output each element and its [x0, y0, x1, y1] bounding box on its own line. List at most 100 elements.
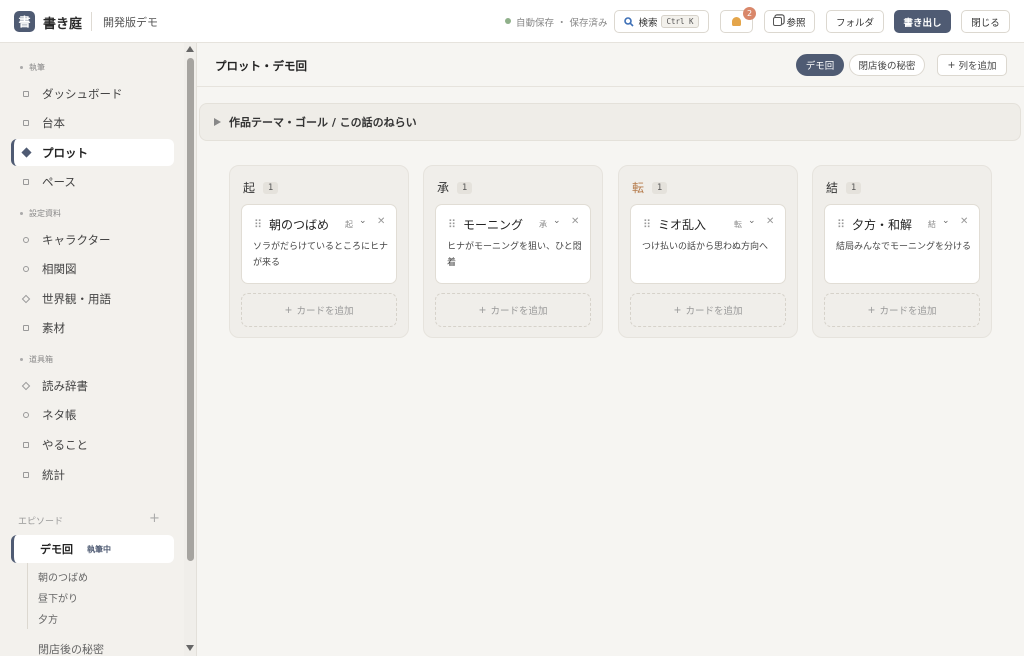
close-icon[interactable]: ✕: [766, 216, 774, 227]
sidebar-item-pace[interactable]: ペース: [11, 168, 174, 195]
scene-item[interactable]: 夕方: [38, 611, 58, 626]
square-icon: [23, 441, 29, 448]
diamond-icon: [21, 381, 31, 390]
search-button[interactable]: 検索 Ctrl K: [614, 10, 709, 33]
plot-card[interactable]: ⠿ 夕方・和解 結 ⌄ ✕ 結局みんなでモーニングを分ける: [824, 204, 980, 284]
add-episode-icon[interactable]: +: [149, 511, 160, 526]
episode-item-active[interactable]: デモ回 執筆中: [11, 535, 174, 563]
card-stage-tag: 結: [928, 220, 936, 229]
theme-label: 作品テーマ・ゴール / この話のねらい: [229, 116, 417, 129]
app-logo: 書: [14, 11, 35, 32]
card-title[interactable]: 夕方・和解: [852, 216, 912, 233]
card-title[interactable]: 朝のつばめ: [269, 216, 329, 233]
card-stage-tag: 起: [345, 220, 353, 229]
episodes-label: エピソード: [18, 517, 64, 527]
close-icon[interactable]: ✕: [571, 216, 579, 227]
sidebar-item-relations[interactable]: 相関図: [11, 255, 174, 282]
plot-card[interactable]: ⠿ ミオ乱入 転 ⌄ ✕ つけ払いの話から思わぬ方向へ: [630, 204, 786, 284]
card-description[interactable]: つけ払いの話から思わぬ方向へ: [642, 239, 778, 255]
square-icon: [23, 178, 29, 185]
sidebar-item-ideas[interactable]: ネタ帳: [11, 401, 174, 428]
add-card-button[interactable]: + カードを追加: [630, 293, 786, 327]
card-description[interactable]: ソラがだらけているところにヒナが来る: [253, 239, 389, 271]
sidebar-scrollbar[interactable]: [184, 43, 196, 656]
chevron-down-icon[interactable]: ⌄: [942, 216, 950, 226]
autosave-status-dot: [505, 18, 511, 24]
column-name[interactable]: 起: [243, 179, 255, 196]
expand-triangle-icon: [214, 118, 221, 126]
scroll-up-icon[interactable]: [186, 46, 194, 52]
bell-icon: [732, 17, 741, 26]
add-card-button[interactable]: + カードを追加: [435, 293, 591, 327]
add-card-button[interactable]: + カードを追加: [824, 293, 980, 327]
sidebar-item-dictionary[interactable]: 読み辞書: [11, 372, 174, 399]
reference-button[interactable]: 参照: [764, 10, 815, 33]
drag-handle-icon[interactable]: ⠿: [643, 218, 651, 231]
circle-icon: [23, 411, 29, 418]
card-title[interactable]: ミオ乱入: [658, 216, 706, 233]
app-subtitle: 開発版デモ: [103, 16, 158, 29]
reference-label: 参照: [786, 17, 806, 29]
plus-icon: +: [284, 304, 293, 316]
sidebar: 執筆 ダッシュボード 台本 プロット ペース 設定資料 キャラクター 相関図 世…: [0, 43, 197, 656]
folder-button[interactable]: フォルダ: [826, 10, 884, 33]
sidebar-item-stats[interactable]: 統計: [11, 461, 174, 488]
chevron-down-icon[interactable]: ⌄: [359, 216, 367, 226]
square-icon: [23, 471, 29, 478]
card-description[interactable]: ヒナがモーニングを狙い、ひと悶着: [447, 239, 583, 271]
scrollbar-thumb[interactable]: [187, 58, 194, 561]
plot-column-ketsu: 結 1 ⠿ 夕方・和解 結 ⌄ ✕ 結局みんなでモーニングを分ける + カードを…: [812, 165, 992, 338]
theme-toggle[interactable]: 作品テーマ・ゴール / この話のねらい: [199, 103, 1021, 141]
plus-icon: +: [478, 304, 487, 316]
chevron-down-icon[interactable]: ⌄: [748, 216, 756, 226]
scene-item[interactable]: 昼下がり: [38, 590, 78, 605]
drag-handle-icon[interactable]: ⠿: [448, 218, 456, 231]
close-icon[interactable]: ✕: [960, 216, 968, 227]
plot-card[interactable]: ⠿ 朝のつばめ 起 ⌄ ✕ ソラがだらけているところにヒナが来る: [241, 204, 397, 284]
add-column-button[interactable]: + 列を追加: [937, 54, 1007, 76]
plot-card[interactable]: ⠿ モーニング 承 ⌄ ✕ ヒナがモーニングを狙い、ひと悶着: [435, 204, 591, 284]
sidebar-item-world[interactable]: 世界観・用語: [11, 285, 174, 312]
square-icon: [23, 324, 29, 331]
sidebar-item-materials[interactable]: 素材: [11, 314, 174, 341]
episode-tree-line: [27, 563, 28, 629]
circle-icon: [23, 265, 29, 272]
add-card-button[interactable]: + カードを追加: [241, 293, 397, 327]
card-title[interactable]: モーニング: [463, 216, 523, 233]
column-count-badge: 1: [263, 181, 279, 194]
tab-episode-demo[interactable]: デモ回: [796, 54, 844, 76]
sidebar-item-script[interactable]: 台本: [11, 109, 174, 136]
sidebar-item-dashboard[interactable]: ダッシュボード: [11, 80, 174, 107]
notification-badge: 2: [743, 7, 756, 20]
drag-handle-icon[interactable]: ⠿: [837, 218, 845, 231]
page-title: プロット・デモ回: [215, 59, 307, 73]
column-count-badge: 1: [652, 181, 668, 194]
episode-item[interactable]: 閉店後の秘密: [38, 641, 104, 656]
plus-icon: +: [867, 304, 876, 316]
close-button[interactable]: 閉じる: [961, 10, 1010, 33]
card-stage-tag: 承: [539, 220, 547, 229]
close-icon[interactable]: ✕: [377, 216, 385, 227]
export-button[interactable]: 書き出し: [894, 10, 951, 33]
plus-icon: +: [673, 304, 682, 316]
scene-item[interactable]: 朝のつばめ: [38, 569, 88, 584]
autosave-status: 自動保存 ・ 保存済み: [516, 18, 608, 29]
diamond-icon: [21, 147, 31, 158]
header-divider: [91, 12, 92, 31]
square-icon: [23, 90, 29, 97]
column-name[interactable]: 承: [437, 179, 449, 196]
column-name[interactable]: 転: [632, 179, 644, 196]
main-divider: [197, 86, 1024, 87]
main-content: プロット・デモ回 デモ回 閉店後の秘密 + 列を追加 作品テーマ・ゴール / こ…: [197, 43, 1024, 656]
search-label: 検索: [638, 17, 658, 29]
sidebar-item-characters[interactable]: キャラクター: [11, 226, 174, 253]
drag-handle-icon[interactable]: ⠿: [254, 218, 262, 231]
card-stage-tag: 転: [734, 220, 742, 229]
card-description[interactable]: 結局みんなでモーニングを分ける: [836, 239, 972, 255]
tab-episode-after-hours[interactable]: 閉店後の秘密: [849, 54, 925, 76]
sidebar-item-plot[interactable]: プロット: [11, 139, 174, 166]
sidebar-item-todo[interactable]: やること: [11, 431, 174, 458]
chevron-down-icon[interactable]: ⌄: [553, 216, 561, 226]
column-name[interactable]: 結: [826, 179, 838, 196]
scroll-down-icon[interactable]: [186, 645, 194, 651]
